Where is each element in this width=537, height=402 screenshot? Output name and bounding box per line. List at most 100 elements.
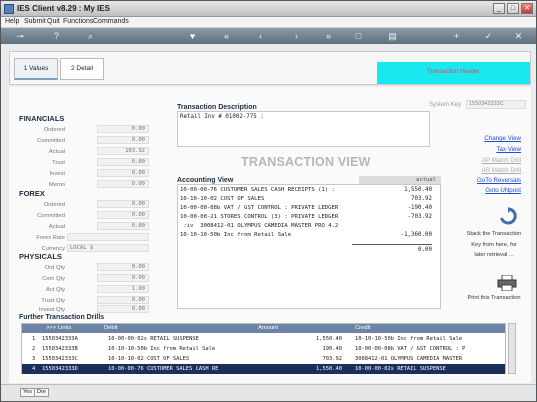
fin-actual-label: Actual — [48, 149, 65, 155]
row-num: 3 — [32, 356, 36, 362]
row-credit: 10-00-00-02s RETAIL SUSPENSE — [355, 366, 446, 372]
print-icon[interactable]: ▤ — [387, 31, 398, 41]
goto-reversals-link[interactable]: GoTo Reversals — [477, 177, 521, 184]
new-doc-icon[interactable]: □ — [353, 31, 364, 41]
minimize-button[interactable]: _ — [493, 3, 505, 14]
accounting-list: 10-00-00-76 CUSTOMER SALES CASH RECEIPTS… — [177, 184, 441, 309]
row-link[interactable]: 1550342333D — [42, 366, 78, 372]
stack-icon[interactable] — [499, 207, 517, 225]
close-window-button[interactable]: ✕ — [521, 3, 533, 14]
ar-match-drill-link[interactable]: AR Match Drill — [481, 167, 521, 174]
status-button-2[interactable]: Dre — [34, 388, 49, 397]
printer-icon[interactable] — [497, 274, 517, 292]
acct-row-text: 10-10-10-50b Inc from Retail Sale — [180, 232, 292, 238]
acct-row-text: 10-00-00-08b VAT / GST CONTROL : PRIVATE… — [180, 205, 339, 211]
table-row[interactable]: 1 1550342333A 10-00-00-02s RETAIL SUSPEN… — [22, 334, 505, 344]
ph-trust-label: Trust Qty — [41, 298, 65, 304]
row-num: 4 — [32, 366, 36, 372]
fin-committed-value: 0.00 — [97, 136, 149, 144]
system-key-value: 1550342333C — [466, 100, 526, 109]
acct-row-amount: -1,360.00 — [400, 232, 432, 238]
main-content: FINANCIALS Ordered 0.00 Committed 0.00 A… — [9, 87, 531, 313]
table-row[interactable]: 2 1550342333B 10-10-10-50b Inc from Reta… — [22, 344, 505, 354]
tab-detail[interactable]: 2 Detail — [60, 58, 104, 80]
stack-text-1: Stack the Transaction — [466, 231, 522, 237]
fin-memo-label: Memo — [48, 182, 65, 188]
ph-com-label: Com Qty — [42, 276, 65, 282]
row-amount: 1,550.40 — [316, 366, 342, 372]
help-icon[interactable]: ? — [51, 31, 62, 41]
ap-match-drill-link[interactable]: AP Match Drill — [482, 157, 521, 164]
menu-submit[interactable]: Submit — [24, 18, 46, 25]
view-title: TRANSACTION VIEW — [241, 155, 371, 169]
first-icon[interactable]: « — [221, 31, 232, 41]
drills-title: Further Transaction Drills — [19, 314, 105, 321]
acct-row-amount: 703.92 — [411, 196, 432, 202]
status-bar: Yes Dre — [1, 384, 536, 401]
check-icon[interactable]: ✓ — [483, 31, 494, 41]
close-icon[interactable]: ✕ — [513, 31, 524, 41]
goto-unpost-link[interactable]: Goto UNpost — [485, 187, 521, 194]
ph-ord-value: 0.00 — [97, 263, 149, 271]
search-icon[interactable]: ⌕ — [85, 31, 96, 41]
fin-committed-label: Committed — [36, 138, 65, 144]
drills-scrollbar[interactable] — [508, 323, 516, 374]
toolbar: ⊸ ? ⌕ ♥ « ‹ › » □ ▤ + ✓ ✕ — [1, 28, 536, 44]
row-num: 1 — [32, 336, 36, 342]
tab-values-label: 1 Values — [23, 65, 49, 72]
acct-row-text: 10-00-00-21 STORES CONTROL (3) : PRIVATE… — [180, 214, 339, 220]
next-icon[interactable]: › — [291, 31, 302, 41]
menu-commands[interactable]: Commands — [93, 18, 129, 25]
header-debit: Debit — [104, 325, 118, 331]
fx-ordered-value: 0.00 — [97, 200, 149, 208]
row-debit: 10-10-10-02 COST OF SALES — [108, 356, 190, 362]
row-num: 2 — [32, 346, 36, 352]
change-view-link[interactable]: Change View — [484, 135, 521, 142]
menu-help[interactable]: Help — [5, 18, 19, 25]
title-bar: IES Client v8.29 : My IES _ □ ✕ — [1, 1, 536, 17]
key-icon[interactable]: ⊸ — [11, 31, 29, 41]
row-link[interactable]: 1550342333A — [42, 336, 78, 342]
header-credit: Credit — [355, 325, 371, 331]
tax-view-link[interactable]: Tax View — [496, 146, 521, 153]
acct-row-amount: -703.92 — [407, 214, 432, 220]
app-window: IES Client v8.29 : My IES _ □ ✕ Help Sub… — [0, 0, 537, 402]
row-link[interactable]: 1550342333C — [42, 356, 78, 362]
description-text: Retail Inv # 01002-775 : — [180, 114, 264, 120]
ph-ord-label: Ord Qty — [44, 265, 65, 271]
menu-quit[interactable]: Quit — [47, 18, 60, 25]
acct-total: 0.00 — [418, 247, 432, 253]
status-button-1[interactable]: Yes — [20, 388, 35, 397]
acct-row-text: :iv 3008412-01 OLYMPUS CAMEDIA MASTER PR… — [180, 223, 339, 229]
row-link[interactable]: 1550342333B — [42, 346, 78, 352]
total-divider — [352, 244, 432, 245]
row-amount: 1,550.40 — [316, 336, 342, 342]
table-row[interactable]: 3 1550342333C 10-10-10-02 COST OF SALES … — [22, 354, 505, 364]
tab-values[interactable]: 1 Values — [14, 58, 58, 80]
ph-trust-value: 0.00 — [97, 296, 149, 304]
last-icon[interactable]: » — [323, 31, 334, 41]
heart-icon[interactable]: ♥ — [187, 31, 198, 41]
stack-text-3: later retrieval ... — [474, 252, 514, 258]
fx-rate-label: Forex Rate — [36, 235, 65, 241]
fx-actual-label: Actual — [48, 224, 65, 230]
description-label: Transaction Description — [177, 104, 257, 111]
header-banner: Transaction Header — [377, 62, 530, 84]
description-field[interactable]: Retail Inv # 01002-775 : — [177, 111, 430, 147]
prev-icon[interactable]: ‹ — [255, 31, 266, 41]
ph-com-value: 0.00 — [97, 274, 149, 282]
row-amount: 190.40 — [322, 346, 342, 352]
header-amount: Amount — [258, 325, 278, 331]
row-credit: 10-00-00-08b VAT / GST CONTROL : P — [355, 346, 466, 352]
drills-table: >>> Links Debit Amount Credit 1 15503423… — [21, 323, 506, 374]
maximize-button[interactable]: □ — [507, 3, 519, 14]
fin-memo-value: 0.00 — [97, 180, 149, 188]
add-icon[interactable]: + — [451, 31, 462, 41]
accounting-title: Accounting View — [177, 177, 234, 184]
tab-detail-label: 2 Detail — [70, 65, 94, 72]
ph-invest-value: 0.00 — [97, 305, 149, 313]
table-row-selected[interactable]: 4 1550342333D 10-00-00-76 CUSTOMER SALES… — [22, 364, 505, 374]
row-amount: 703.92 — [322, 356, 342, 362]
row-credit: 3008412-01 OLYMPUS CAMEDIA MASTER — [355, 356, 463, 362]
menu-functions[interactable]: Functions — [63, 18, 93, 25]
